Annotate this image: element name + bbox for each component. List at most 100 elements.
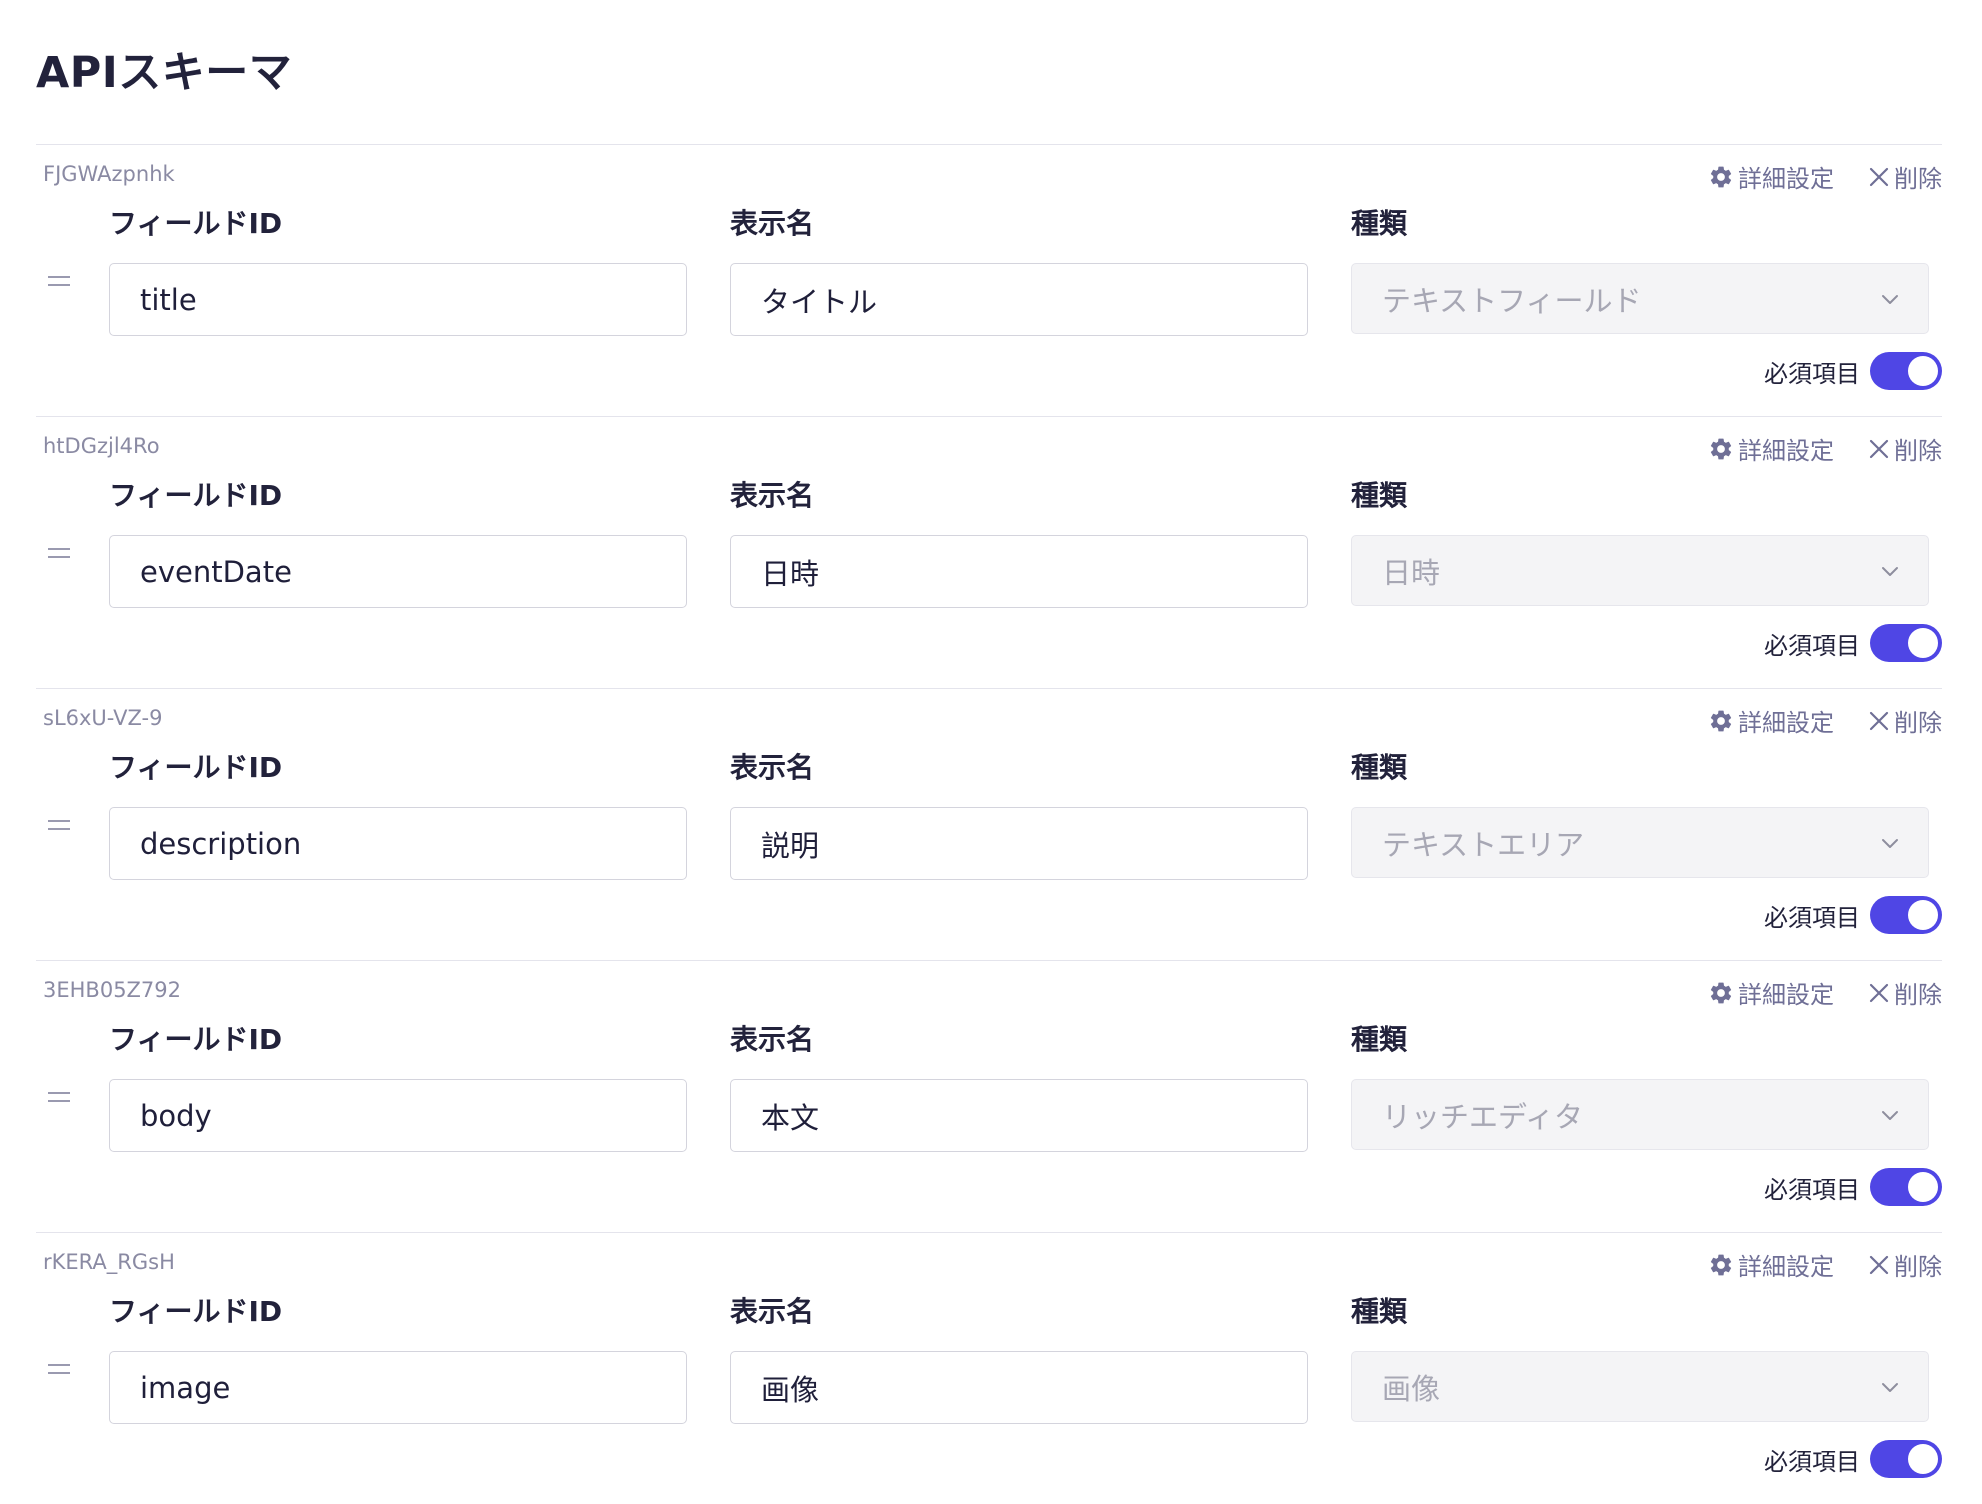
- field-actions: 詳細設定 削除: [1708, 703, 1942, 738]
- type-select-value: 画像: [1382, 1371, 1441, 1406]
- required-toggle[interactable]: [1870, 896, 1942, 934]
- settings-label: 詳細設定: [1738, 1253, 1834, 1281]
- display-name-label: 表示名: [730, 207, 815, 240]
- gear-icon: [1710, 1254, 1732, 1275]
- gear-icon: [1710, 710, 1732, 731]
- type-label: 種類: [1351, 207, 1408, 240]
- page-title: APIスキーマ: [36, 48, 293, 98]
- field-actions: 詳細設定 削除: [1708, 975, 1942, 1010]
- settings-label: 詳細設定: [1738, 165, 1834, 193]
- field-list: FJGWAzpnhk 詳細設定 削除 フィールドID title 表示名 タイト…: [36, 144, 1942, 1504]
- required-label: 必須項目: [1764, 631, 1860, 660]
- settings-button[interactable]: 詳細設定: [1708, 703, 1834, 738]
- required-label: 必須項目: [1764, 1175, 1860, 1204]
- toggle-knob: [1908, 900, 1938, 930]
- chevron-down-icon: [1882, 566, 1898, 576]
- type-select[interactable]: テキストフィールド: [1351, 263, 1929, 334]
- toggle-knob: [1908, 356, 1938, 386]
- close-icon: [1869, 983, 1889, 1002]
- delete-button[interactable]: 削除: [1868, 159, 1942, 194]
- settings-button[interactable]: 詳細設定: [1708, 975, 1834, 1010]
- delete-button[interactable]: 削除: [1868, 703, 1942, 738]
- drag-handle-icon[interactable]: [48, 548, 70, 560]
- field-key: htDGzjl4Ro: [43, 434, 160, 458]
- settings-label: 詳細設定: [1738, 981, 1834, 1009]
- field-id-label: フィールドID: [109, 207, 283, 240]
- field-id-input[interactable]: [109, 263, 687, 336]
- required-row: 必須項目: [1764, 896, 1942, 934]
- display-name-input[interactable]: [730, 263, 1308, 336]
- settings-button[interactable]: 詳細設定: [1708, 1247, 1834, 1282]
- display-name-input[interactable]: [730, 1079, 1308, 1152]
- field-actions: 詳細設定 削除: [1708, 1247, 1942, 1282]
- settings-button[interactable]: 詳細設定: [1708, 431, 1834, 466]
- drag-handle-icon[interactable]: [48, 820, 70, 832]
- delete-label: 削除: [1894, 1253, 1942, 1281]
- field-row: rKERA_RGsH 詳細設定 削除 フィールドID image 表示名 画像 …: [36, 1232, 1942, 1504]
- required-toggle[interactable]: [1870, 1168, 1942, 1206]
- delete-button[interactable]: 削除: [1868, 975, 1942, 1010]
- type-select-value: 日時: [1382, 555, 1441, 590]
- delete-label: 削除: [1894, 981, 1942, 1009]
- display-name-label: 表示名: [730, 751, 815, 784]
- display-name-label: 表示名: [730, 479, 815, 512]
- type-select[interactable]: 日時: [1351, 535, 1929, 606]
- display-name-column: 表示名: [730, 479, 1308, 608]
- display-name-column: 表示名: [730, 1023, 1308, 1152]
- toggle-knob: [1908, 1444, 1938, 1474]
- field-row: htDGzjl4Ro 詳細設定 削除 フィールドID eventDate 表示名…: [36, 416, 1942, 688]
- field-id-column: フィールドID: [109, 751, 687, 880]
- display-name-label: 表示名: [730, 1023, 815, 1056]
- close-icon: [1869, 711, 1889, 730]
- display-name-input[interactable]: [730, 1351, 1308, 1424]
- drag-handle-icon[interactable]: [48, 1092, 70, 1104]
- type-label: 種類: [1351, 479, 1408, 512]
- field-id-input[interactable]: [109, 1351, 687, 1424]
- delete-label: 削除: [1894, 165, 1942, 193]
- delete-button[interactable]: 削除: [1868, 431, 1942, 466]
- field-id-input[interactable]: [109, 1079, 687, 1152]
- required-toggle[interactable]: [1870, 352, 1942, 390]
- delete-label: 削除: [1894, 709, 1942, 737]
- type-label: 種類: [1351, 1295, 1408, 1328]
- field-actions: 詳細設定 削除: [1708, 431, 1942, 466]
- delete-button[interactable]: 削除: [1868, 1247, 1942, 1282]
- field-id-label: フィールドID: [109, 479, 283, 512]
- field-row: sL6xU-VZ-9 詳細設定 削除 フィールドID description 表…: [36, 688, 1942, 960]
- chevron-down-icon: [1882, 1382, 1898, 1392]
- display-name-input[interactable]: [730, 807, 1308, 880]
- close-icon: [1869, 167, 1889, 186]
- type-select[interactable]: リッチエディタ: [1351, 1079, 1929, 1150]
- field-id-column: フィールドID: [109, 1023, 687, 1152]
- toggle-knob: [1908, 1172, 1938, 1202]
- field-id-column: フィールドID: [109, 207, 687, 336]
- delete-label: 削除: [1894, 437, 1942, 465]
- type-column: 種類 リッチエディタ: [1351, 1023, 1929, 1150]
- field-id-label: フィールドID: [109, 1295, 283, 1328]
- drag-handle-icon[interactable]: [48, 1364, 70, 1376]
- field-id-input[interactable]: [109, 807, 687, 880]
- field-id-label: フィールドID: [109, 751, 283, 784]
- required-toggle[interactable]: [1870, 624, 1942, 662]
- field-row: FJGWAzpnhk 詳細設定 削除 フィールドID title 表示名 タイト…: [36, 144, 1942, 416]
- field-id-input[interactable]: [109, 535, 687, 608]
- field-id-column: フィールドID: [109, 479, 687, 608]
- type-column: 種類 画像: [1351, 1295, 1929, 1422]
- field-key: rKERA_RGsH: [43, 1250, 175, 1274]
- type-label: 種類: [1351, 751, 1408, 784]
- type-select[interactable]: 画像: [1351, 1351, 1929, 1422]
- type-column: 種類 日時: [1351, 479, 1929, 606]
- type-select[interactable]: テキストエリア: [1351, 807, 1929, 878]
- field-id-label: フィールドID: [109, 1023, 283, 1056]
- gear-icon: [1710, 982, 1732, 1003]
- required-row: 必須項目: [1764, 1168, 1942, 1206]
- field-row: 3EHB05Z792 詳細設定 削除 フィールドID body 表示名 本文 種…: [36, 960, 1942, 1232]
- settings-button[interactable]: 詳細設定: [1708, 159, 1834, 194]
- close-icon: [1869, 439, 1889, 458]
- required-toggle[interactable]: [1870, 1440, 1942, 1478]
- chevron-down-icon: [1882, 838, 1898, 848]
- field-actions: 詳細設定 削除: [1708, 159, 1942, 194]
- required-row: 必須項目: [1764, 352, 1942, 390]
- drag-handle-icon[interactable]: [48, 276, 70, 288]
- display-name-input[interactable]: [730, 535, 1308, 608]
